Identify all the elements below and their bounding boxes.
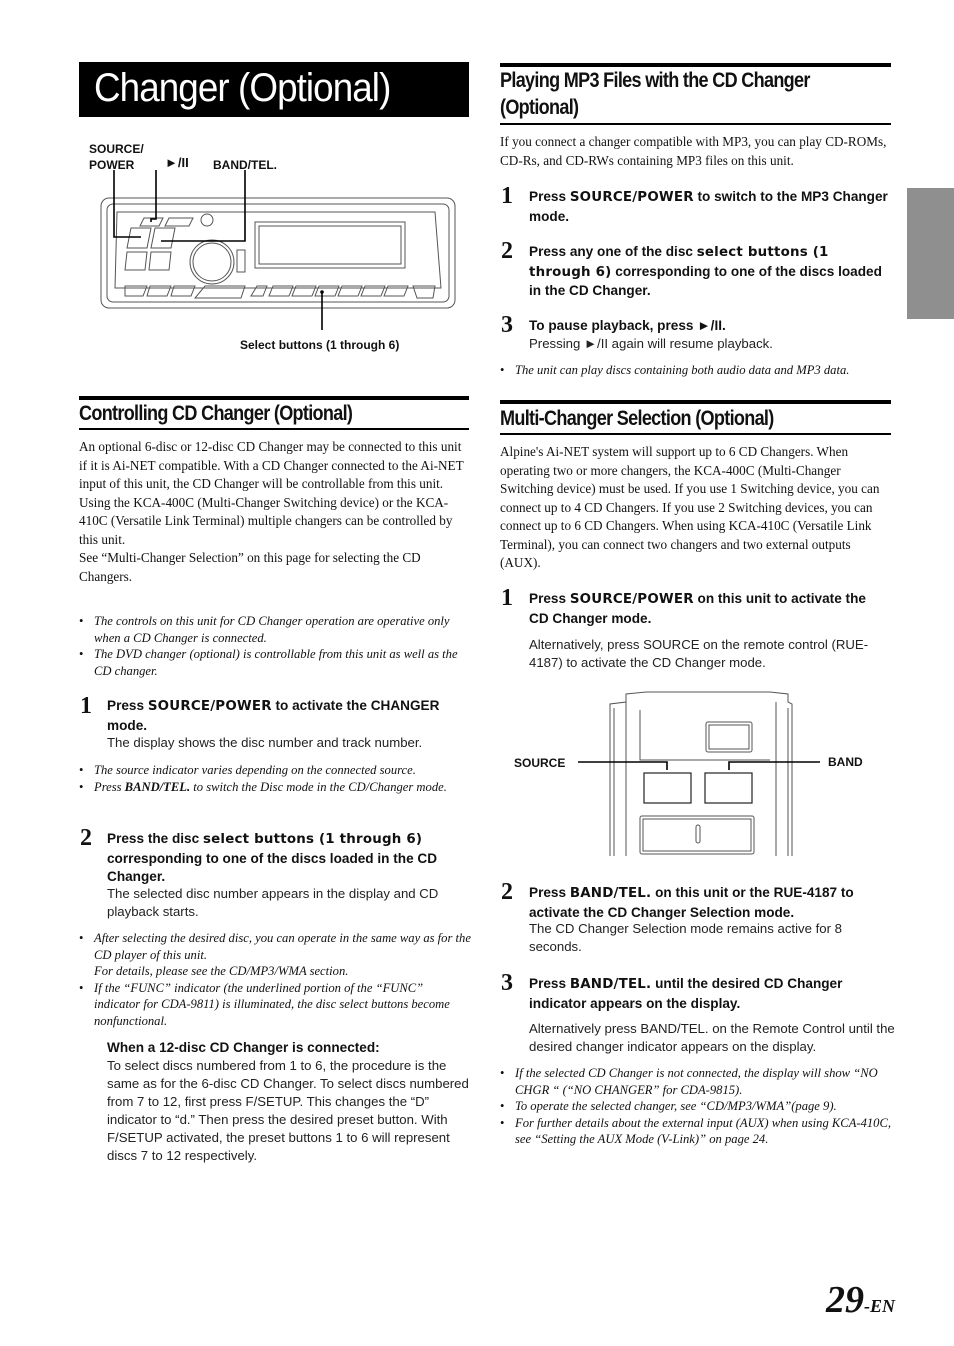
section-heading-controlling: Controlling CD Changer (Optional) xyxy=(79,402,353,425)
step-number: 2 xyxy=(501,238,513,264)
notes-list: The unit can play discs containing both … xyxy=(500,362,892,379)
step-detail: Alternatively, press SOURCE on the remot… xyxy=(529,637,869,670)
step-instruction: To pause playback, press ►/II. xyxy=(529,318,726,333)
label-remote-source: SOURCE xyxy=(514,756,566,770)
note-item: The DVD changer (optional) is controllab… xyxy=(79,646,464,679)
label-source-power-line1: SOURCE/ xyxy=(89,142,144,156)
section-tab-marker xyxy=(907,188,954,319)
head-unit-diagram xyxy=(100,170,456,330)
step-number: 1 xyxy=(501,183,513,209)
notes-list: If the selected CD Changer is not connec… xyxy=(500,1065,892,1148)
unit-faceplate xyxy=(114,211,442,289)
source-power-button xyxy=(126,227,152,249)
notes-list: The source indicator varies depending on… xyxy=(79,762,464,795)
step-number: 2 xyxy=(501,879,513,905)
controlling-intro: An optional 6-disc or 12-disc CD Changer… xyxy=(79,438,471,586)
step-instruction: Press the disc select buttons (1 through… xyxy=(107,831,438,884)
step-detail: The selected disc number appears in the … xyxy=(107,886,439,919)
remote-display-button xyxy=(705,721,753,753)
label-remote-band: BAND xyxy=(828,755,863,769)
remote-source-button xyxy=(643,772,692,804)
label-source-power: SOURCE/ POWER xyxy=(89,141,144,173)
note-item: Press BAND/TEL. to switch the Disc mode … xyxy=(79,779,464,796)
unit-inner-frame xyxy=(106,203,450,303)
remote-band-button xyxy=(704,772,753,804)
twelve-disc-instructions: To select discs numbered from 1 to 6, th… xyxy=(107,1058,469,1163)
step-instruction: Press SOURCE/POWER to switch to the MP3 … xyxy=(529,189,888,224)
paragraph: Using the KCA-400C (Multi-Changer Switch… xyxy=(79,494,453,547)
step-number: 2 xyxy=(80,825,92,851)
note-item: After selecting the desired disc, you ca… xyxy=(79,930,471,980)
section-heading-multi: Multi-Changer Selection (Optional) xyxy=(500,407,774,430)
note-item: The source indicator varies depending on… xyxy=(79,762,464,779)
note-item: For further details about the external i… xyxy=(500,1115,892,1148)
unit-outer-frame xyxy=(100,197,456,309)
step-detail: Pressing ►/II again will resume playback… xyxy=(529,336,773,351)
section-heading-mp3: Playing MP3 Files with the CD Changer (O… xyxy=(500,69,810,119)
mp3-intro: If you connect a changer compatible with… xyxy=(500,134,887,168)
label-select-buttons: Select buttons (1 through 6) xyxy=(240,338,400,352)
step-detail: Alternatively press BAND/TEL. on the Rem… xyxy=(529,1021,895,1054)
note-item: To operate the selected changer, see “CD… xyxy=(500,1098,892,1115)
paragraph: See “Multi-Changer Selection” on this pa… xyxy=(79,550,421,584)
step-instruction: Press SOURCE/POWER on this unit to activ… xyxy=(529,591,866,626)
step-instruction: Press SOURCE/POWER to activate the CHANG… xyxy=(107,698,440,733)
step-detail: The display shows the disc number and tr… xyxy=(107,735,423,750)
step-number: 3 xyxy=(501,970,513,996)
step-detail: The CD Changer Selection mode remains ac… xyxy=(529,921,842,954)
label-play-pause: ►/II xyxy=(165,155,189,170)
paragraph: An optional 6-disc or 12-disc CD Changer… xyxy=(79,439,464,491)
page-number: 29-EN xyxy=(826,1279,895,1321)
note-item: The unit can play discs containing both … xyxy=(500,362,892,379)
step-instruction: Press BAND/TEL. on this unit or the RUE-… xyxy=(529,885,854,920)
step-instruction: Press any one of the disc select buttons… xyxy=(529,244,882,298)
display-window xyxy=(254,221,406,269)
remote-joystick-button xyxy=(639,815,755,855)
page-title: Changer (Optional) xyxy=(94,66,391,110)
note-item: If the selected CD Changer is not connec… xyxy=(500,1065,892,1098)
knob-small xyxy=(200,213,214,227)
multi-intro: Alpine's Ai-NET system will support up t… xyxy=(500,444,880,570)
step-number: 3 xyxy=(501,312,513,338)
notes-list: After selecting the desired disc, you ca… xyxy=(79,930,471,1030)
step-instruction: Press BAND/TEL. until the desired CD Cha… xyxy=(529,976,843,1011)
button-top-2 xyxy=(164,217,194,227)
section-rule-bottom xyxy=(500,433,891,435)
step-number: 1 xyxy=(80,693,92,719)
step-number: 1 xyxy=(501,585,513,611)
section-rule-bottom xyxy=(500,123,891,125)
note-item: If the “FUNC” indicator (the underlined … xyxy=(79,980,471,1030)
remote-body-outline xyxy=(609,691,793,856)
section-rule-top xyxy=(500,400,891,404)
subheading-12-disc: When a 12-disc CD Changer is connected: xyxy=(107,1040,380,1055)
callout-lines xyxy=(113,170,323,330)
section-rule-bottom xyxy=(79,428,469,430)
remote-control-diagram xyxy=(578,691,820,856)
band-tel-button xyxy=(150,227,176,249)
note-item: The controls on this unit for CD Changer… xyxy=(79,613,464,646)
volume-knob xyxy=(189,239,235,285)
notes-list: The controls on this unit for CD Changer… xyxy=(79,613,464,679)
